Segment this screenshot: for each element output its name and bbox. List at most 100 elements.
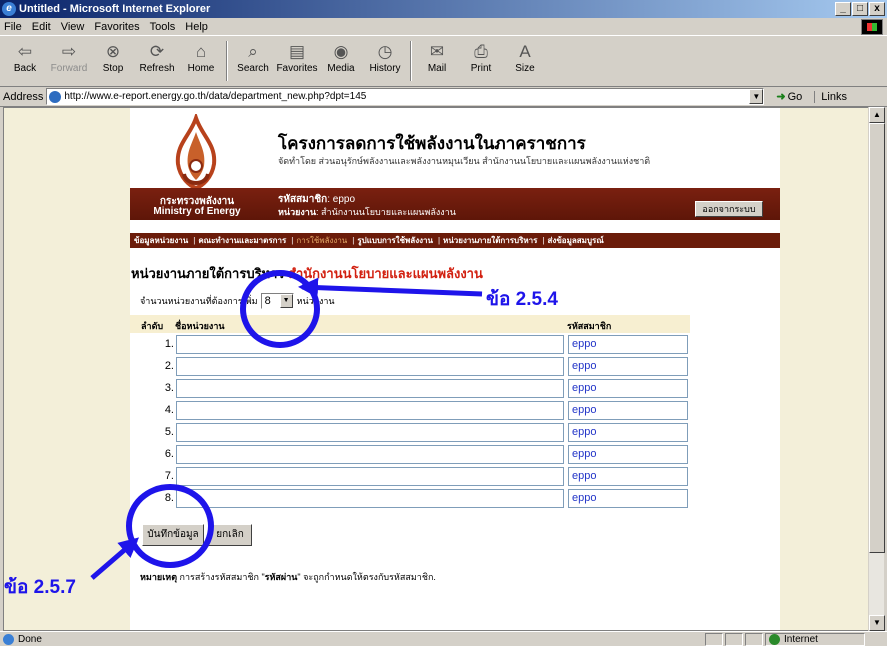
print-button[interactable]: ⎙ Print xyxy=(459,37,503,85)
member-unit-label: หน่วยงาน xyxy=(278,207,317,217)
maximize-button[interactable]: □ xyxy=(852,2,868,16)
minimize-button[interactable]: _ xyxy=(835,2,851,16)
col-code: รหัสสมาชิก xyxy=(567,321,612,331)
row-number: 4. xyxy=(164,404,174,416)
footnote-text-1: การสร้างรหัสสมาชิก " xyxy=(177,572,265,582)
site-title: โครงการลดการใช้พลังงานในภาคราชการ xyxy=(278,134,586,154)
links-button[interactable]: Links xyxy=(814,90,847,103)
member-code-input[interactable]: eppo xyxy=(568,335,688,354)
nav-item-sub-units[interactable]: หน่วยงานภายใต้การบริหาร xyxy=(443,234,537,247)
member-code-input[interactable]: eppo xyxy=(568,423,688,442)
nav-item-committee[interactable]: คณะทำงานและมาตรการ xyxy=(198,234,286,247)
refresh-icon: ⟳ xyxy=(149,42,165,61)
nav-item-energy-usage[interactable]: การใช้พลังงาน xyxy=(296,234,347,247)
scroll-up-icon[interactable]: ▲ xyxy=(869,107,885,123)
unit-name-input[interactable] xyxy=(176,335,564,354)
windows-logo-icon xyxy=(861,19,883,35)
search-button[interactable]: ⌕ Search xyxy=(231,37,275,85)
member-code-input[interactable]: eppo xyxy=(568,401,688,420)
scroll-thumb[interactable] xyxy=(869,123,885,553)
forward-button[interactable]: ⇨ Forward xyxy=(47,37,91,85)
annotation-circle-count xyxy=(240,270,320,348)
browser-viewport: โครงการลดการใช้พลังงานในภาคราชการ จัดทำโ… xyxy=(3,107,871,631)
history-label: History xyxy=(369,63,401,74)
address-label: Address xyxy=(3,90,44,103)
member-code-input[interactable]: eppo xyxy=(568,489,688,508)
site-subtitle: จัดทำโดย ส่วนอนุรักษ์พลังงานและพลังงานหม… xyxy=(278,156,651,166)
footnote-label: หมายเหตุ xyxy=(140,572,178,582)
row-number: 6. xyxy=(164,448,174,460)
member-id-label: รหัสสมาชิก xyxy=(278,194,328,205)
mail-button[interactable]: ✉ Mail xyxy=(415,37,459,85)
unit-name-input[interactable] xyxy=(176,489,564,508)
print-label: Print xyxy=(470,63,492,74)
go-button[interactable]: ➜ Go xyxy=(776,90,802,104)
address-dropdown-icon[interactable]: ▼ xyxy=(749,89,764,104)
size-button[interactable]: A Size xyxy=(503,37,547,85)
col-name: ชื่อหน่วยงาน xyxy=(175,321,225,331)
unit-name-input[interactable] xyxy=(176,467,564,486)
favorites-button[interactable]: ▤ Favorites xyxy=(275,37,319,85)
forward-label: Forward xyxy=(50,63,88,74)
col-no: ลำดับ xyxy=(141,321,164,331)
footnote-text-2: " จะถูกกำหนดให้ตรงกับรหัสสมาชิก. xyxy=(297,572,436,582)
favorites-icon: ▤ xyxy=(288,42,306,61)
table-row: 4. eppo xyxy=(130,400,690,422)
search-icon: ⌕ xyxy=(248,42,258,61)
cancel-button[interactable]: ยกเลิก xyxy=(208,524,252,546)
menu-view[interactable]: View xyxy=(61,21,85,33)
scroll-down-icon[interactable]: ▼ xyxy=(869,615,885,631)
menu-bar: File Edit View Favorites Tools Help xyxy=(0,18,887,36)
ie-logo-icon: e xyxy=(2,2,16,16)
unit-name-input[interactable] xyxy=(176,357,564,376)
zone-text: Internet xyxy=(784,633,818,645)
search-label: Search xyxy=(237,63,269,74)
menu-favorites[interactable]: Favorites xyxy=(94,21,139,33)
toolbar-separator xyxy=(410,41,412,81)
menu-edit[interactable]: Edit xyxy=(32,21,51,33)
address-bar: Address http://www.e-report.energy.go.th… xyxy=(0,87,887,107)
back-button[interactable]: ⇦ Back xyxy=(3,37,47,85)
media-label: Media xyxy=(327,63,355,74)
window-controls: _ □ x xyxy=(835,2,885,16)
menu-tools[interactable]: Tools xyxy=(150,21,176,33)
media-button[interactable]: ◉ Media xyxy=(319,37,363,85)
stop-button[interactable]: ⊗ Stop xyxy=(91,37,135,85)
nav-item-usage-pattern[interactable]: รูปแบบการใช้พลังงาน xyxy=(357,234,433,247)
status-panel xyxy=(725,632,743,646)
go-arrow-icon: ➜ xyxy=(776,91,786,103)
menu-help[interactable]: Help xyxy=(185,21,208,33)
logout-button[interactable]: ออกจากระบบ xyxy=(695,201,763,217)
member-code-input[interactable]: eppo xyxy=(568,357,688,376)
stop-icon: ⊗ xyxy=(105,42,121,61)
home-button[interactable]: ⌂ Home xyxy=(179,37,223,85)
member-id-value: eppo xyxy=(332,194,356,205)
annotation-label-1: ข้อ 2.5.4 xyxy=(486,289,558,310)
nav-separator: | xyxy=(437,236,441,245)
history-button[interactable]: ◷ History xyxy=(363,37,407,85)
address-input[interactable]: http://www.e-report.energy.go.th/data/de… xyxy=(46,88,765,105)
vertical-scrollbar[interactable]: ▲ ▼ xyxy=(868,107,885,631)
table-row: 7. eppo xyxy=(130,466,690,488)
unit-name-input[interactable] xyxy=(176,423,564,442)
mail-icon: ✉ xyxy=(429,42,445,61)
member-code-input[interactable]: eppo xyxy=(568,445,688,464)
annotation-circle-save xyxy=(126,484,214,568)
member-code-input[interactable]: eppo xyxy=(568,467,688,486)
nav-item-department-info[interactable]: ข้อมูลหน่วยงาน xyxy=(134,234,188,247)
text-size-icon: A xyxy=(519,42,531,61)
member-code-input[interactable]: eppo xyxy=(568,379,688,398)
menu-file[interactable]: File xyxy=(4,21,22,33)
unit-name-input[interactable] xyxy=(176,445,564,464)
table-row: 8. eppo xyxy=(130,488,690,510)
unit-name-input[interactable] xyxy=(176,379,564,398)
status-done: Done xyxy=(0,633,705,645)
back-label: Back xyxy=(13,63,37,74)
unit-name-input[interactable] xyxy=(176,401,564,420)
media-icon: ◉ xyxy=(333,42,349,61)
nav-item-submit-data[interactable]: ส่งข้อมูลสมบูรณ์ xyxy=(548,234,604,247)
print-icon: ⎙ xyxy=(474,42,488,61)
close-button[interactable]: x xyxy=(869,2,885,16)
forward-arrow-icon: ⇨ xyxy=(61,42,77,61)
refresh-button[interactable]: ⟳ Refresh xyxy=(135,37,179,85)
